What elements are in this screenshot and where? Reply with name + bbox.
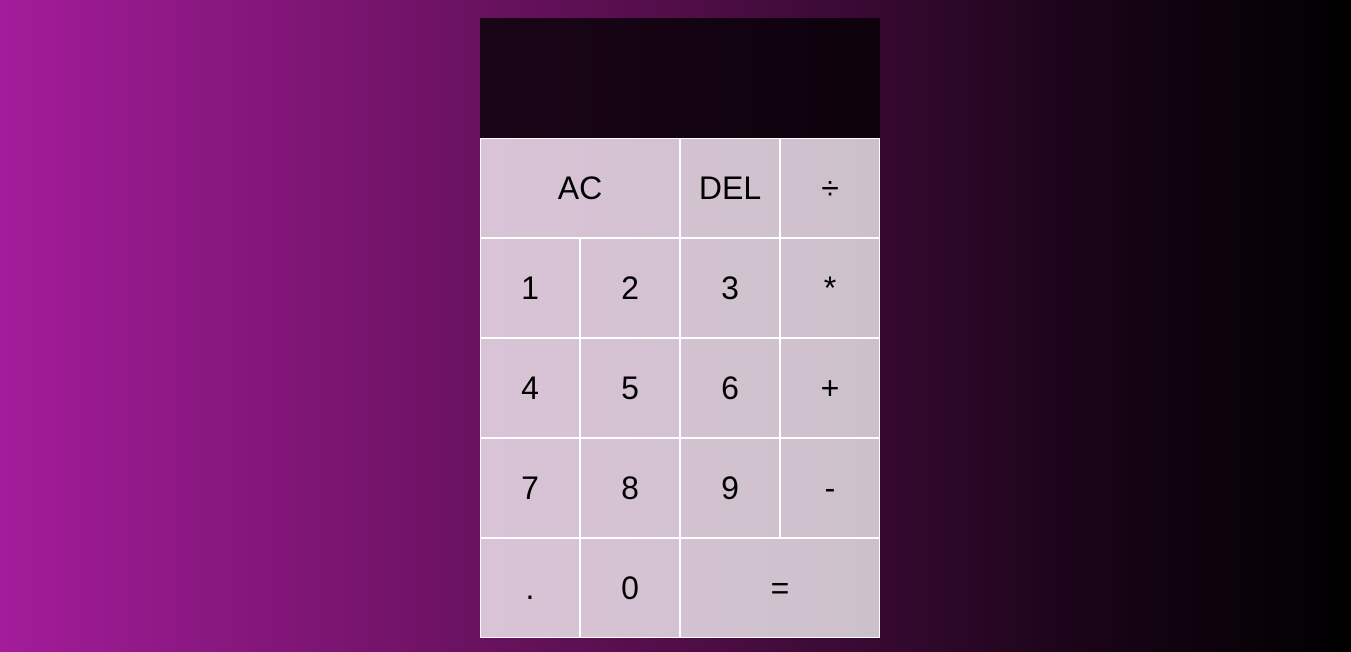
all-clear-button[interactable]: AC — [480, 138, 680, 238]
number-7-button[interactable]: 7 — [480, 438, 580, 538]
calculator: AC DEL ÷ 1 2 3 * 4 5 6 + 7 8 9 - . 0 = — [480, 18, 880, 638]
multiply-button[interactable]: * — [780, 238, 880, 338]
number-9-button[interactable]: 9 — [680, 438, 780, 538]
subtract-button[interactable]: - — [780, 438, 880, 538]
number-0-button[interactable]: 0 — [580, 538, 680, 638]
decimal-button[interactable]: . — [480, 538, 580, 638]
divide-button[interactable]: ÷ — [780, 138, 880, 238]
number-8-button[interactable]: 8 — [580, 438, 680, 538]
number-4-button[interactable]: 4 — [480, 338, 580, 438]
equals-button[interactable]: = — [680, 538, 880, 638]
number-5-button[interactable]: 5 — [580, 338, 680, 438]
number-6-button[interactable]: 6 — [680, 338, 780, 438]
number-3-button[interactable]: 3 — [680, 238, 780, 338]
delete-button[interactable]: DEL — [680, 138, 780, 238]
add-button[interactable]: + — [780, 338, 880, 438]
calculator-display — [480, 18, 880, 138]
number-1-button[interactable]: 1 — [480, 238, 580, 338]
number-2-button[interactable]: 2 — [580, 238, 680, 338]
